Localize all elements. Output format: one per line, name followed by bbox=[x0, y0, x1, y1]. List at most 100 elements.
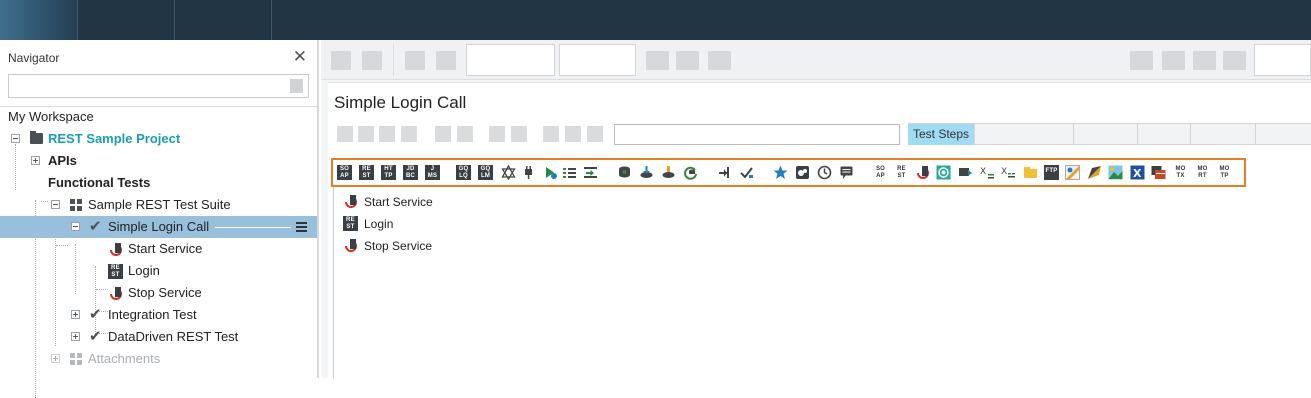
editor-text-field[interactable] bbox=[614, 124, 900, 145]
expand-icon[interactable] bbox=[71, 310, 80, 319]
datagen-icon[interactable] bbox=[661, 165, 676, 180]
editor-toolbar-button[interactable] bbox=[358, 126, 374, 142]
editor-toolbar-button[interactable] bbox=[565, 126, 581, 142]
toolbar-button[interactable] bbox=[708, 51, 731, 70]
graphql-mutation-icon[interactable]: GQ LM bbox=[478, 165, 493, 180]
editor-toolbar-button[interactable] bbox=[379, 126, 395, 142]
tree-item-step[interactable]: Stop Service bbox=[0, 282, 317, 304]
toolbar-button[interactable] bbox=[1130, 51, 1153, 70]
datasource-loop-icon[interactable] bbox=[683, 165, 698, 180]
tree-item-workspace[interactable]: My Workspace bbox=[0, 106, 317, 128]
toolbar-field[interactable] bbox=[1254, 44, 1311, 76]
editor-toolbar-button[interactable] bbox=[435, 126, 451, 142]
navigator-search[interactable] bbox=[8, 74, 309, 98]
editor-toolbar-button[interactable] bbox=[337, 126, 353, 142]
collapse-icon[interactable] bbox=[51, 200, 60, 209]
landscape-icon[interactable] bbox=[1108, 165, 1123, 180]
toolbar-button[interactable] bbox=[1162, 51, 1185, 70]
tree-item-test-case[interactable]: ✔ DataDriven REST Test bbox=[0, 326, 317, 348]
editor-toolbar-button[interactable] bbox=[489, 126, 505, 142]
star-icon[interactable] bbox=[773, 165, 788, 180]
graphql-query-icon[interactable]: GQ LQ bbox=[456, 165, 471, 180]
toolbar-button[interactable] bbox=[1223, 51, 1246, 70]
soap-mock-response-icon[interactable]: SO AP bbox=[873, 165, 888, 180]
tree-item-step[interactable]: Start Service bbox=[0, 238, 317, 260]
folder-icon[interactable] bbox=[1023, 165, 1038, 180]
expand-icon[interactable] bbox=[31, 156, 40, 165]
ftp-icon[interactable]: FTP bbox=[1044, 165, 1059, 180]
editor-toolbar-button[interactable] bbox=[587, 126, 603, 142]
conditional-goto-icon[interactable] bbox=[718, 165, 733, 180]
http-request-icon[interactable]: HT TP bbox=[381, 165, 396, 180]
toolbar-button[interactable] bbox=[331, 51, 351, 70]
xquery-match-icon[interactable]: X bbox=[1001, 165, 1016, 180]
excel-icon[interactable]: X bbox=[1130, 165, 1145, 180]
navigator-search-input[interactable] bbox=[9, 75, 308, 97]
editor-toolbar-button[interactable] bbox=[511, 126, 527, 142]
property-transfer-icon[interactable] bbox=[583, 165, 598, 180]
assertion-icon[interactable] bbox=[739, 165, 754, 180]
script-icon[interactable] bbox=[795, 165, 810, 180]
tab[interactable] bbox=[1074, 124, 1138, 145]
test-step-item[interactable]: Stop Service bbox=[334, 235, 834, 257]
tree-item-test-suite[interactable]: Sample REST Test Suite bbox=[0, 194, 317, 216]
toolbar-field[interactable] bbox=[466, 44, 555, 76]
toolbar-button[interactable] bbox=[646, 51, 669, 70]
jdbc-request-icon[interactable]: JD BC bbox=[403, 165, 418, 180]
virtual-service-icon[interactable] bbox=[915, 165, 930, 180]
tab[interactable] bbox=[1256, 124, 1311, 145]
properties-icon[interactable] bbox=[562, 165, 577, 180]
tree-item-test-case-selected[interactable]: ✔ Simple Login Call bbox=[0, 216, 317, 238]
toolbar-button[interactable] bbox=[405, 51, 425, 70]
database-table-icon[interactable] bbox=[1151, 165, 1166, 180]
editor-toolbar-button[interactable] bbox=[457, 126, 473, 142]
collapse-icon[interactable] bbox=[71, 222, 80, 231]
rest-mock-response-icon[interactable]: RE ST bbox=[894, 165, 909, 180]
toolbar-field[interactable] bbox=[559, 44, 636, 76]
editor-toolbar-button[interactable] bbox=[401, 126, 417, 142]
security-scan-icon[interactable] bbox=[936, 165, 951, 180]
rest-request-icon[interactable]: RE ST bbox=[359, 165, 374, 180]
tree-item-apis[interactable]: APIs bbox=[0, 150, 317, 172]
tab-test-steps[interactable]: Test Steps bbox=[908, 124, 975, 145]
tab[interactable] bbox=[1191, 124, 1256, 145]
tree-item-test-case[interactable]: ✔ Integration Test bbox=[0, 304, 317, 326]
expand-icon[interactable] bbox=[71, 332, 80, 341]
mock-rest-icon[interactable]: MO RT bbox=[1195, 165, 1210, 180]
jms-request-icon[interactable]: J MS bbox=[425, 165, 440, 180]
xpath-match-icon[interactable]: X bbox=[980, 165, 995, 180]
test-step-item[interactable]: RE ST Login bbox=[334, 213, 834, 235]
top-bar-segment[interactable] bbox=[174, 0, 271, 40]
close-icon[interactable]: ✕ bbox=[293, 48, 307, 65]
load-test-icon[interactable] bbox=[1065, 165, 1080, 180]
search-icon[interactable] bbox=[290, 79, 303, 93]
delay-icon[interactable] bbox=[817, 165, 832, 180]
plug-icon[interactable] bbox=[521, 165, 536, 180]
toolbar-button[interactable] bbox=[676, 51, 699, 70]
mock-soap-icon[interactable]: MO TX bbox=[1173, 165, 1188, 180]
toolbar-button[interactable] bbox=[436, 51, 456, 70]
soap-request-icon[interactable]: SO AP bbox=[337, 165, 352, 180]
mock-http-icon[interactable]: MO TP bbox=[1217, 165, 1232, 180]
tab[interactable] bbox=[975, 124, 1074, 145]
toolbar-button[interactable] bbox=[1193, 51, 1216, 70]
expand-icon[interactable] bbox=[51, 354, 60, 363]
datasink-icon[interactable] bbox=[639, 165, 654, 180]
app-logo-area[interactable] bbox=[0, 0, 77, 40]
test-step-item[interactable]: Start Service bbox=[334, 191, 834, 213]
menu-icon[interactable] bbox=[296, 222, 307, 232]
comment-icon[interactable] bbox=[839, 165, 854, 180]
tree-item-step[interactable]: RE ST Login bbox=[0, 260, 317, 282]
tree-item-project[interactable]: REST Sample Project bbox=[0, 128, 317, 150]
run-icon[interactable] bbox=[543, 165, 558, 180]
tree-item-attachments[interactable]: Attachments bbox=[0, 348, 317, 370]
tab[interactable] bbox=[1138, 124, 1191, 145]
editor-toolbar-button[interactable] bbox=[543, 126, 559, 142]
collapse-icon[interactable] bbox=[11, 134, 20, 143]
top-bar-segment[interactable] bbox=[77, 0, 174, 40]
datasource-icon[interactable] bbox=[617, 165, 632, 180]
send-mail-icon[interactable] bbox=[958, 165, 973, 180]
tree-item-functional-tests[interactable]: Functional Tests bbox=[0, 172, 317, 194]
toolbar-button[interactable] bbox=[362, 51, 382, 70]
graphql-icon[interactable] bbox=[501, 165, 516, 180]
